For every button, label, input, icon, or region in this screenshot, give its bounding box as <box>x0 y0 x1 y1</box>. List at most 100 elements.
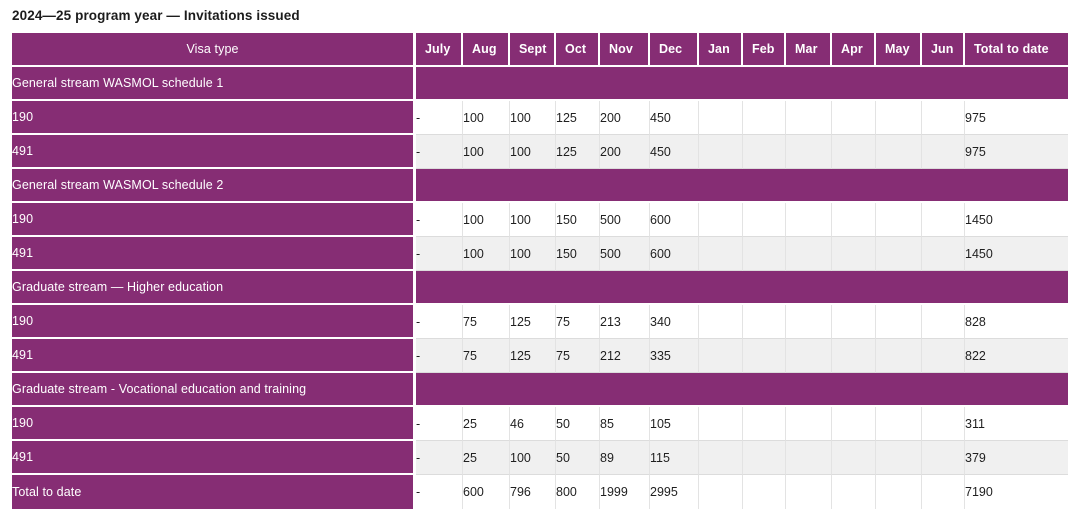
cell-month <box>922 475 965 509</box>
cell-month <box>876 339 922 373</box>
cell-month <box>876 135 922 169</box>
cell-month: 150 <box>556 203 600 237</box>
cell-month: 50 <box>556 407 600 441</box>
cell-month: 450 <box>650 101 699 135</box>
cell-month: 600 <box>463 475 510 509</box>
cell-total: 7190 <box>965 475 1068 509</box>
cell-month <box>699 101 743 135</box>
column-header-jun: Jun <box>922 33 965 67</box>
table-row: 491-25 100 50 89 115 379 <box>12 441 1068 475</box>
column-header-nov: Nov <box>600 33 650 67</box>
cell-month <box>922 203 965 237</box>
cell-month: 100 <box>510 203 556 237</box>
table-section-row: Graduate stream — Higher education <box>12 271 1068 305</box>
cell-month: 50 <box>556 441 600 475</box>
cell-month: 212 <box>600 339 650 373</box>
cell-month <box>786 407 832 441</box>
row-label: 190 <box>12 101 416 135</box>
cell-month: 115 <box>650 441 699 475</box>
column-header-apr: Apr <box>832 33 876 67</box>
cell-month: 46 <box>510 407 556 441</box>
cell-month <box>743 237 786 271</box>
cell-month: 450 <box>650 135 699 169</box>
cell-month: 105 <box>650 407 699 441</box>
cell-month: 125 <box>510 305 556 339</box>
table-row: 491-75 125 75 212 335 822 <box>12 339 1068 373</box>
column-header-visa-type: Visa type <box>12 33 416 67</box>
table-section-row: General stream WASMOL schedule 1 <box>12 67 1068 101</box>
cell-month <box>743 475 786 509</box>
cell-month: 335 <box>650 339 699 373</box>
cell-month <box>743 135 786 169</box>
cell-month: 125 <box>556 101 600 135</box>
cell-total: 975 <box>965 135 1068 169</box>
cell-month: 600 <box>650 203 699 237</box>
cell-month: 100 <box>510 237 556 271</box>
table-body: General stream WASMOL schedule 1 190-100 1… <box>12 67 1068 509</box>
cell-month <box>876 475 922 509</box>
column-header-sept: Sept <box>510 33 556 67</box>
table-header-row: Visa type July Aug Sept Oct Nov Dec Jan … <box>12 33 1068 67</box>
column-header-oct: Oct <box>556 33 600 67</box>
cell-month <box>922 305 965 339</box>
cell-month <box>832 101 876 135</box>
column-header-feb: Feb <box>743 33 786 67</box>
column-header-may: May <box>876 33 922 67</box>
cell-month: 100 <box>463 203 510 237</box>
row-label: 491 <box>12 339 416 373</box>
cell-month: 796 <box>510 475 556 509</box>
row-label: 190 <box>12 407 416 441</box>
cell-month: 100 <box>463 101 510 135</box>
cell-month: 500 <box>600 203 650 237</box>
cell-month <box>786 475 832 509</box>
cell-month: 100 <box>510 441 556 475</box>
column-header-jan: Jan <box>699 33 743 67</box>
cell-month <box>699 135 743 169</box>
cell-month: 85 <box>600 407 650 441</box>
cell-total: 311 <box>965 407 1068 441</box>
cell-month: - <box>416 441 463 475</box>
cell-month: 89 <box>600 441 650 475</box>
section-band <box>416 271 1068 305</box>
row-label: 491 <box>12 441 416 475</box>
table-row: 190-100 100 150 500 600 1450 <box>12 203 1068 237</box>
row-label: 491 <box>12 237 416 271</box>
cell-month <box>832 237 876 271</box>
cell-month <box>743 407 786 441</box>
cell-month: 100 <box>510 101 556 135</box>
cell-month: 100 <box>510 135 556 169</box>
cell-month <box>832 305 876 339</box>
cell-month <box>876 441 922 475</box>
cell-month <box>876 305 922 339</box>
cell-month <box>832 407 876 441</box>
cell-month: 340 <box>650 305 699 339</box>
column-header-mar: Mar <box>786 33 832 67</box>
section-band <box>416 67 1068 101</box>
cell-month: 25 <box>463 407 510 441</box>
section-label: Graduate stream - Vocational education a… <box>12 373 416 407</box>
cell-month <box>699 305 743 339</box>
table-row: 190-75 125 75 213 340 828 <box>12 305 1068 339</box>
table-row: 491-100 100 125 200 450 975 <box>12 135 1068 169</box>
cell-month <box>699 237 743 271</box>
cell-month <box>786 305 832 339</box>
cell-month: 125 <box>510 339 556 373</box>
cell-month: - <box>416 135 463 169</box>
cell-month: 75 <box>463 339 510 373</box>
section-band <box>416 169 1068 203</box>
cell-month <box>743 305 786 339</box>
cell-month <box>786 135 832 169</box>
cell-month <box>743 203 786 237</box>
cell-total: 822 <box>965 339 1068 373</box>
cell-month: 2995 <box>650 475 699 509</box>
table-row: Total to date -600 796 800 1999 2995 7190 <box>12 475 1068 509</box>
cell-total: 975 <box>965 101 1068 135</box>
cell-month <box>786 203 832 237</box>
cell-month <box>876 237 922 271</box>
table-section-row: General stream WASMOL schedule 2 <box>12 169 1068 203</box>
cell-month <box>922 407 965 441</box>
section-band <box>416 373 1068 407</box>
cell-month <box>699 475 743 509</box>
cell-month: - <box>416 203 463 237</box>
section-label: General stream WASMOL schedule 2 <box>12 169 416 203</box>
